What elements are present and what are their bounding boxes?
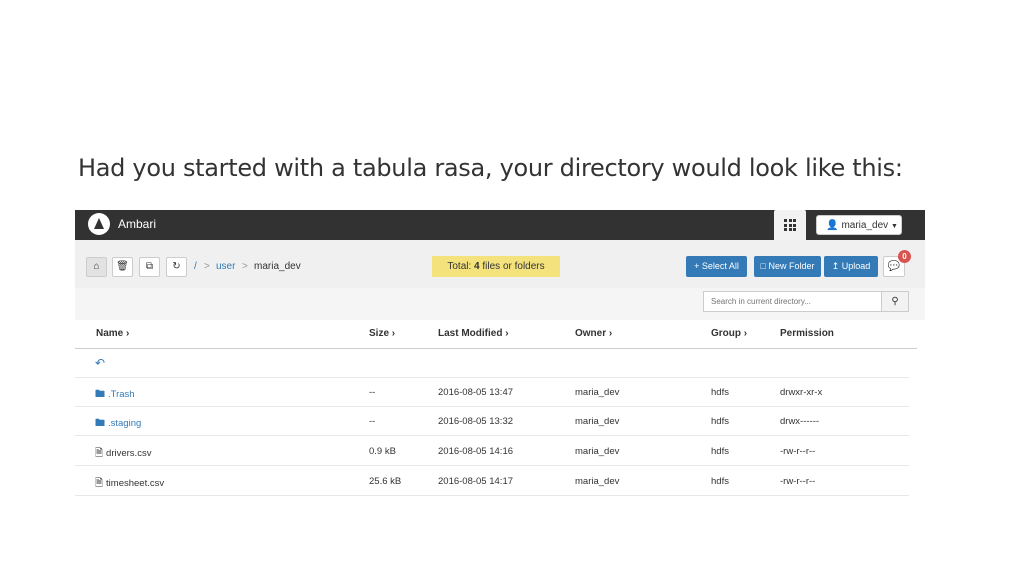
row-permission: -rw-r--r-- xyxy=(780,476,816,487)
ambari-logo-icon[interactable] xyxy=(88,213,110,235)
file-icon: 🗎 xyxy=(95,448,104,459)
row-group: hdfs xyxy=(711,446,729,457)
breadcrumb-separator-icon: > xyxy=(204,261,210,272)
comment-icon: 💬 xyxy=(887,261,901,272)
trash-icon: 🗑 xyxy=(116,261,129,272)
row-modified: 2016-08-05 14:16 xyxy=(438,446,514,457)
new-folder-button[interactable]: □ New Folder xyxy=(754,256,821,277)
row-owner: maria_dev xyxy=(575,476,620,487)
row-permission: -rw-r--r-- xyxy=(780,446,816,457)
breadcrumb-separator-icon: > xyxy=(242,261,248,272)
notification-count-badge: 0 xyxy=(898,250,911,263)
user-name: maria_dev xyxy=(841,220,889,231)
row-name: timesheet.csv xyxy=(106,478,165,489)
row-name-link[interactable]: 🗎 timesheet.csv xyxy=(95,476,164,493)
copy-button[interactable]: ⧉ xyxy=(139,257,160,277)
upload-button[interactable]: ↥ Upload xyxy=(824,256,878,277)
column-label: Owner xyxy=(575,328,607,339)
home-icon: ⌂ xyxy=(93,261,100,272)
row-group: hdfs xyxy=(711,387,729,398)
row-name: drivers.csv xyxy=(106,448,152,459)
breadcrumb-root[interactable]: / xyxy=(194,261,197,272)
refresh-button[interactable]: ↻ xyxy=(166,257,187,277)
total-suffix: files or folders xyxy=(479,261,545,272)
row-permission: drwx------ xyxy=(780,416,820,427)
header-divider xyxy=(75,348,917,349)
row-group: hdfs xyxy=(711,416,729,427)
row-name: .staging xyxy=(108,418,142,429)
folder-icon: 🖿 xyxy=(95,389,105,400)
column-header-size[interactable]: Size › xyxy=(369,328,395,339)
column-label: Name xyxy=(96,328,124,339)
row-name-link[interactable]: 🗎 drivers.csv xyxy=(95,446,151,463)
column-label: Group xyxy=(711,328,741,339)
app-brand[interactable]: Ambari xyxy=(118,217,156,231)
search-input[interactable] xyxy=(703,291,882,312)
folder-icon: □ xyxy=(760,261,766,271)
row-size: -- xyxy=(369,416,376,427)
search-button[interactable]: ⚲ xyxy=(881,291,909,312)
home-button[interactable]: ⌂ xyxy=(86,257,107,277)
search-icon: ⚲ xyxy=(891,296,899,307)
row-divider xyxy=(75,465,909,466)
upload-label: Upload xyxy=(841,261,871,271)
total-items-badge: Total: 4 files or folders xyxy=(432,256,560,277)
refresh-icon: ↻ xyxy=(172,261,181,272)
row-size: 25.6 kB xyxy=(369,476,402,487)
total-prefix: Total: xyxy=(447,261,475,272)
column-header-name[interactable]: Name › xyxy=(96,328,129,339)
column-header-group[interactable]: Group › xyxy=(711,328,747,339)
column-header-last-modified[interactable]: Last Modified › xyxy=(438,328,509,339)
row-owner: maria_dev xyxy=(575,446,620,457)
trash-button[interactable]: 🗑 xyxy=(112,257,133,277)
chevron-right-icon: › xyxy=(126,328,130,339)
row-group: hdfs xyxy=(711,476,729,487)
row-modified: 2016-08-05 14:17 xyxy=(438,476,514,487)
row-size: -- xyxy=(369,387,376,398)
row-divider xyxy=(75,406,909,407)
upload-icon: ↥ xyxy=(831,261,840,271)
caret-down-icon: ▼ xyxy=(890,223,898,230)
back-arrow-icon[interactable]: ↶ xyxy=(95,356,105,370)
user-menu-button[interactable]: 👤 maria_dev ▼ xyxy=(816,215,902,235)
row-divider xyxy=(75,377,909,378)
select-all-label: Select All xyxy=(701,261,739,271)
row-owner: maria_dev xyxy=(575,387,620,398)
row-name: .Trash xyxy=(108,389,135,400)
row-size: 0.9 kB xyxy=(369,446,396,457)
chevron-right-icon: › xyxy=(743,328,748,339)
select-all-button[interactable]: + Select All xyxy=(686,256,747,277)
chevron-right-icon: › xyxy=(505,328,509,339)
breadcrumb-user[interactable]: user xyxy=(216,261,235,272)
plus-icon: + xyxy=(694,261,700,271)
row-modified: 2016-08-05 13:47 xyxy=(438,387,514,398)
row-permission: drwxr-xr-x xyxy=(780,387,823,398)
row-modified: 2016-08-05 13:32 xyxy=(438,416,514,427)
file-icon: 🗎 xyxy=(95,478,104,489)
breadcrumb-current: maria_dev xyxy=(254,261,301,272)
grid-icon xyxy=(784,219,796,231)
row-name-link[interactable]: 🖿 .Trash xyxy=(95,387,135,404)
column-header-permission: Permission xyxy=(780,328,834,339)
row-name-link[interactable]: 🖿 .staging xyxy=(95,416,141,433)
column-label: Last Modified xyxy=(438,328,503,339)
row-divider xyxy=(75,435,909,436)
top-navbar: Ambari 👤 maria_dev ▼ xyxy=(75,210,925,240)
column-header-owner[interactable]: Owner › xyxy=(575,328,612,339)
row-divider xyxy=(75,495,909,496)
folder-icon: 🖿 xyxy=(95,418,105,429)
user-icon: 👤 xyxy=(826,220,839,231)
views-menu-button[interactable] xyxy=(774,210,806,240)
slide-heading: Had you started with a tabula rasa, your… xyxy=(78,154,903,182)
new-folder-label: New Folder xyxy=(768,261,815,271)
file-browser-screenshot: Ambari 👤 maria_dev ▼ ⌂ 🗑 ⧉ ↻ / > user > m… xyxy=(75,210,925,500)
copy-icon: ⧉ xyxy=(145,261,154,272)
chevron-right-icon: › xyxy=(391,328,396,339)
column-label: Size xyxy=(369,328,390,339)
row-owner: maria_dev xyxy=(575,416,620,427)
chevron-right-icon: › xyxy=(608,328,613,339)
